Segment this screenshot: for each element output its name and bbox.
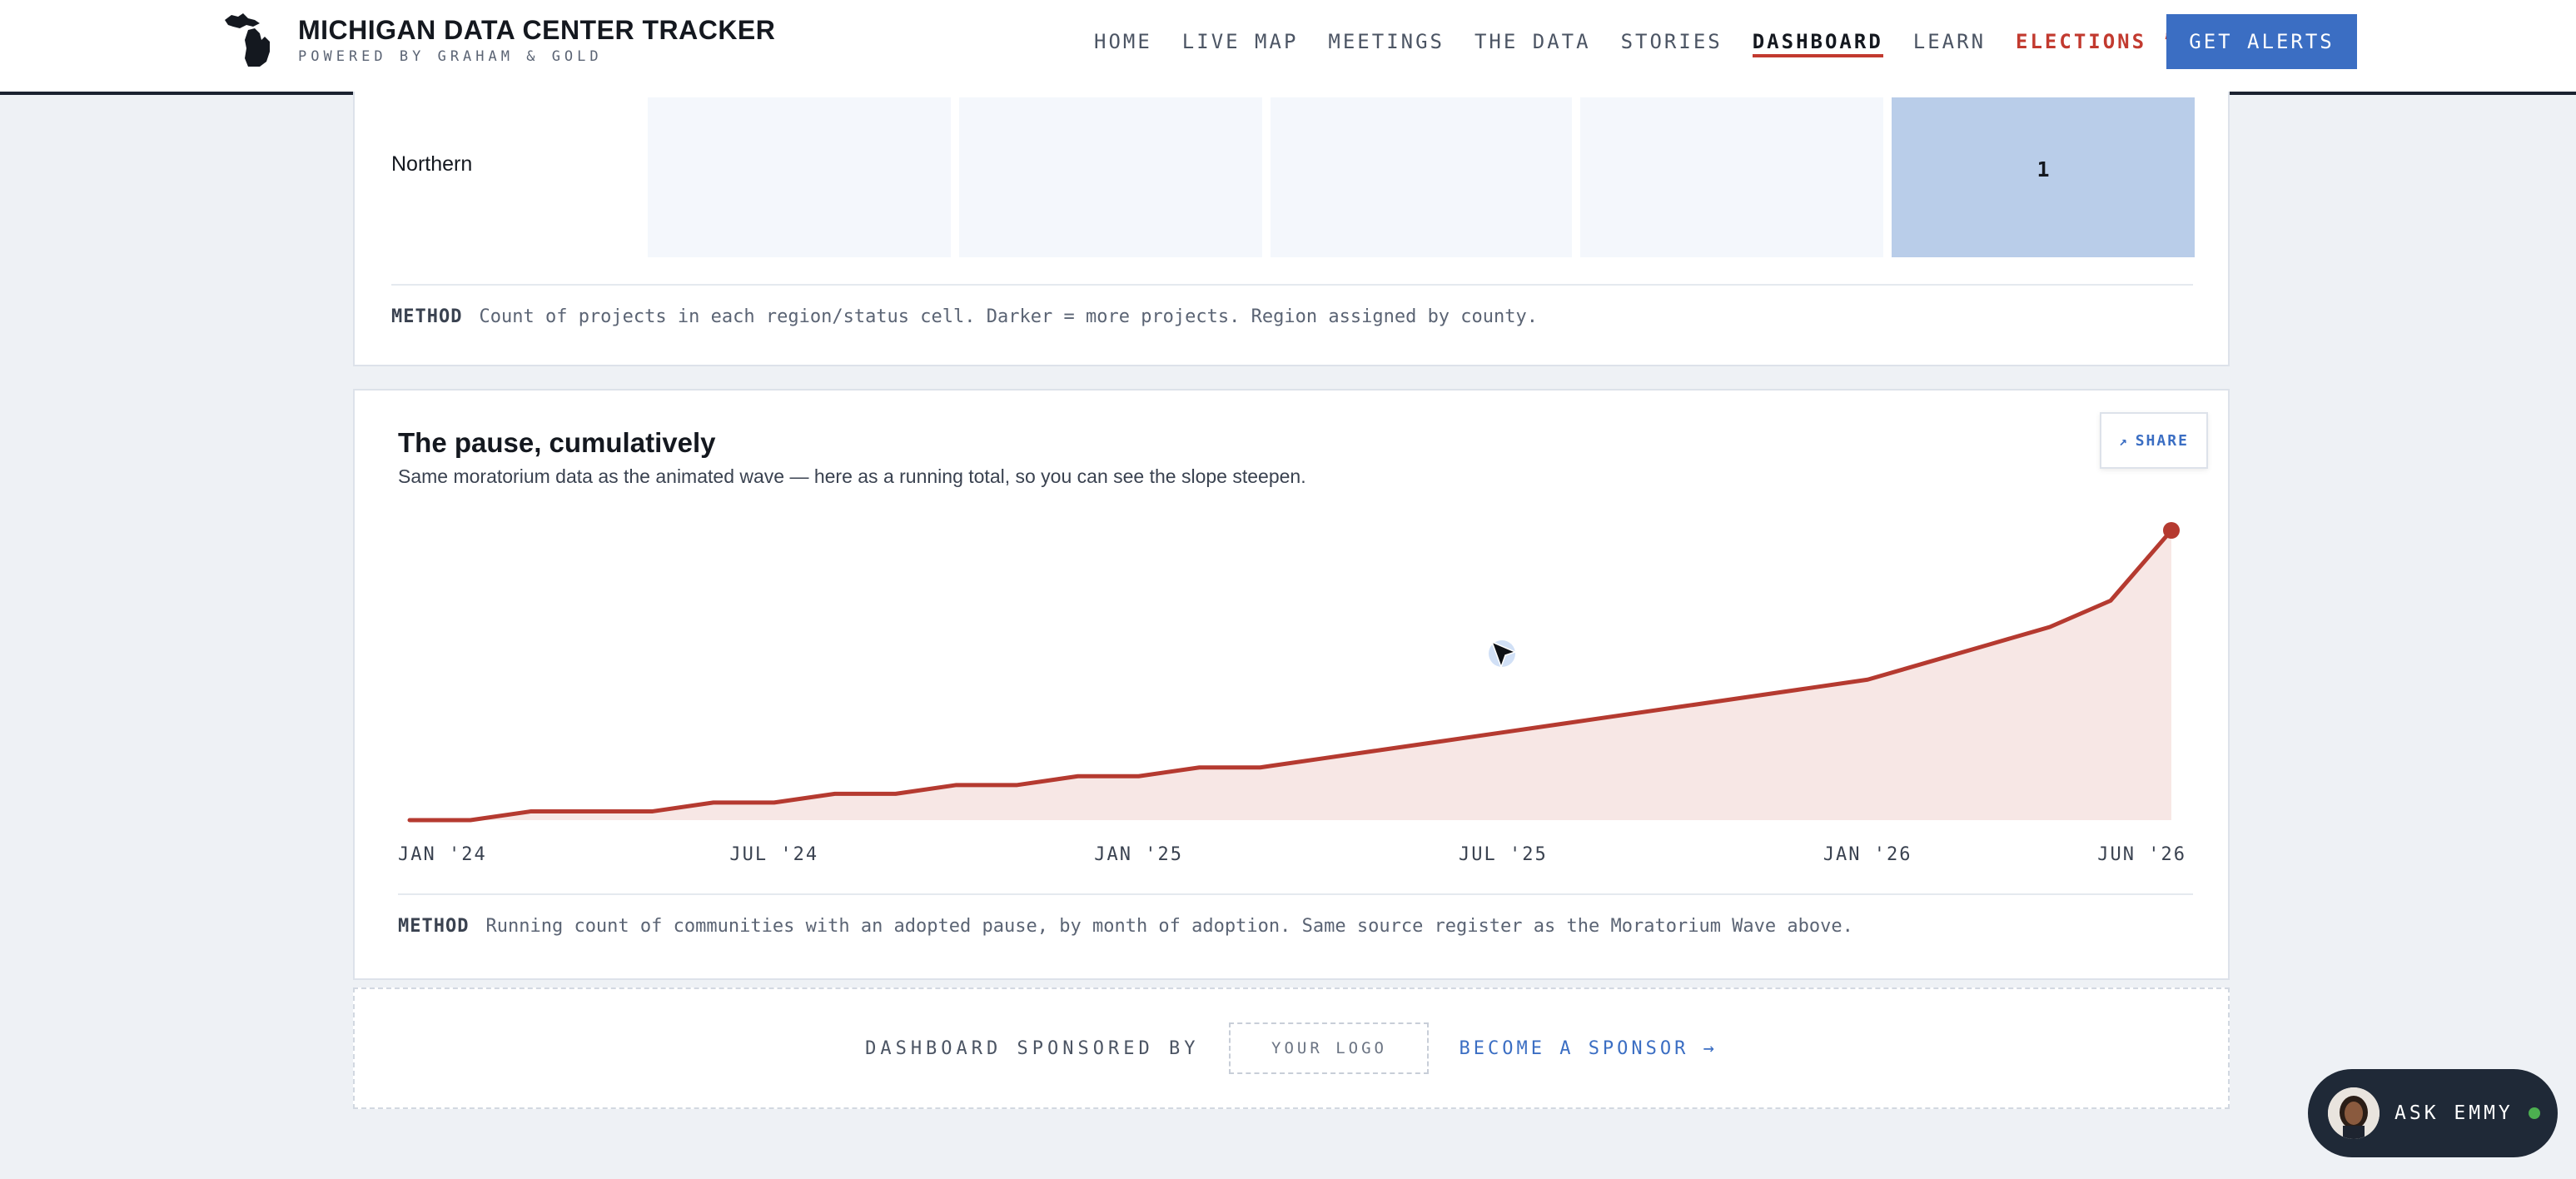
area-fill <box>410 530 2171 820</box>
nav-meetings[interactable]: MEETINGS <box>1328 0 1445 83</box>
heatmap-method-note: METHOD Count of projects in each region/s… <box>391 306 1538 327</box>
end-point-marker <box>2163 522 2180 539</box>
cumulative-pause-card: The pause, cumulatively Same moratorium … <box>353 389 2230 980</box>
heatmap-cell <box>648 97 951 257</box>
site-header: MICHIGAN DATA CENTER TRACKER POWERED BY … <box>0 0 2576 95</box>
ask-emmy-button[interactable]: ASK EMMY <box>2308 1069 2558 1157</box>
person-avatar-icon <box>2328 1087 2380 1139</box>
heatmap-cell <box>1271 97 1572 257</box>
mouse-pointer-icon <box>1489 640 1518 669</box>
nav-live-map[interactable]: LIVE MAP <box>1182 0 1299 83</box>
michigan-map-icon <box>225 13 270 67</box>
nav-the-data[interactable]: THE DATA <box>1474 0 1591 83</box>
avatar <box>2328 1087 2380 1139</box>
x-tick-label: JAN '25 <box>1094 844 1183 865</box>
method-label: METHOD <box>398 916 470 937</box>
ask-emmy-label: ASK EMMY <box>2394 1102 2514 1124</box>
heatmap-cell-filled: 1 <box>1892 97 2195 257</box>
nav-learn[interactable]: LEARN <box>1913 0 1986 83</box>
become-sponsor-link[interactable]: BECOME A SPONSOR → <box>1459 1038 1717 1059</box>
method-text: Count of projects in each region/status … <box>479 306 1539 327</box>
divider <box>398 893 2193 895</box>
x-tick-label: JAN '26 <box>1823 844 1912 865</box>
x-tick-label: JUL '24 <box>729 844 818 865</box>
region-status-heatmap-card: Northern 1 METHOD Count of projects in ea… <box>353 92 2230 366</box>
heatmap-row-label: Northern <box>391 152 473 176</box>
x-tick-label: JAN '24 <box>398 844 487 865</box>
site-subtitle: POWERED BY GRAHAM & GOLD <box>298 48 603 65</box>
nav-home[interactable]: HOME <box>1094 0 1152 83</box>
method-text: Running count of communities with an ado… <box>485 916 1853 937</box>
brand[interactable]: MICHIGAN DATA CENTER TRACKER POWERED BY … <box>223 12 775 70</box>
sponsor-label: DASHBOARD SPONSORED BY <box>865 1037 1200 1059</box>
method-label: METHOD <box>391 306 463 327</box>
get-alerts-button[interactable]: GET ALERTS <box>2166 14 2357 69</box>
sponsor-strip: DASHBOARD SPONSORED BY YOUR LOGO BECOME … <box>353 987 2230 1109</box>
sponsor-logo-placeholder: YOUR LOGO <box>1229 1022 1430 1074</box>
x-tick-label: JUN '26 <box>2097 844 2186 865</box>
main-nav: HOME LIVE MAP MEETINGS THE DATA STORIES … <box>1094 0 2235 83</box>
nav-stories[interactable]: STORIES <box>1621 0 1723 83</box>
x-tick-label: JUL '25 <box>1459 844 1548 865</box>
nav-dashboard[interactable]: DASHBOARD <box>1752 0 1883 83</box>
heatmap-cell <box>959 97 1262 257</box>
divider <box>391 284 2193 286</box>
site-title: MICHIGAN DATA CENTER TRACKER <box>298 15 776 45</box>
chart-method-note: METHOD Running count of communities with … <box>398 916 1853 937</box>
cumulative-area-chart: JAN '24 JUL '24 JAN '25 JUL '25 JAN '26 JUN '… <box>398 522 2186 865</box>
heatmap-cell <box>1580 97 1883 257</box>
online-status-dot <box>2528 1107 2540 1119</box>
